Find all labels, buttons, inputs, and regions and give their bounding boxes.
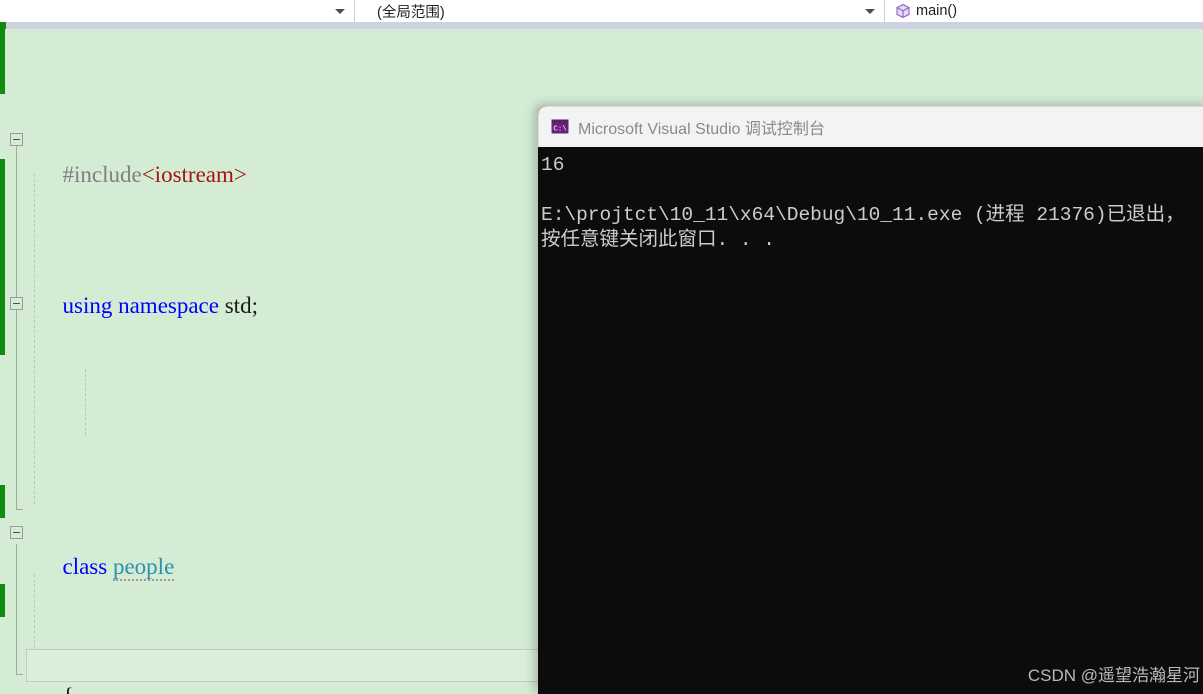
- token-type-people: people: [112, 553, 175, 581]
- token-kw-class: class: [62, 553, 108, 579]
- chevron-down-icon: [335, 9, 345, 14]
- ide-navigation-bar: (全局范围) main(): [0, 0, 1203, 22]
- console-output-area[interactable]: 16 E:\projtct\10_11\x64\Debug\10_11.exe …: [538, 147, 1203, 694]
- member-dropdown[interactable]: main(): [885, 0, 1203, 22]
- svg-text:C:\: C:\: [553, 126, 567, 134]
- console-title-bar[interactable]: C:\ Microsoft Visual Studio 调试控制台: [538, 106, 1203, 147]
- global-scope-value: (全局范围): [377, 4, 445, 21]
- token-kw-using: using: [62, 292, 113, 318]
- debug-console-window[interactable]: C:\ Microsoft Visual Studio 调试控制台 16 E:\…: [538, 106, 1203, 694]
- console-title-text: Microsoft Visual Studio 调试控制台: [578, 121, 825, 138]
- console-window-icon: C:\: [551, 119, 569, 134]
- chevron-down-icon: [865, 9, 875, 14]
- global-scope-dropdown[interactable]: (全局范围): [355, 0, 885, 22]
- csdn-watermark: CSDN @遥望浩瀚星河: [1027, 666, 1200, 685]
- console-output-line: E:\projtct\10_11\x64\Debug\10_11.exe (进程…: [541, 204, 1185, 226]
- token-include-directive: #include: [62, 162, 142, 188]
- token-id-std: std;: [224, 292, 258, 318]
- project-scope-dropdown[interactable]: [0, 0, 355, 22]
- console-output-line: 按任意键关闭此窗口. . .: [541, 229, 776, 251]
- console-output-line: 16: [541, 154, 565, 176]
- nav-bar-separator: [0, 22, 1203, 29]
- change-indicator-strip: [0, 22, 6, 29]
- token-include-header: <iostream>: [141, 162, 247, 188]
- method-cube-icon: [896, 3, 910, 19]
- member-value: main(): [916, 3, 958, 19]
- console-output-blank-line: [539, 178, 1203, 203]
- token-brace-open: {: [63, 684, 74, 694]
- token-kw-namespace: namespace: [118, 292, 219, 318]
